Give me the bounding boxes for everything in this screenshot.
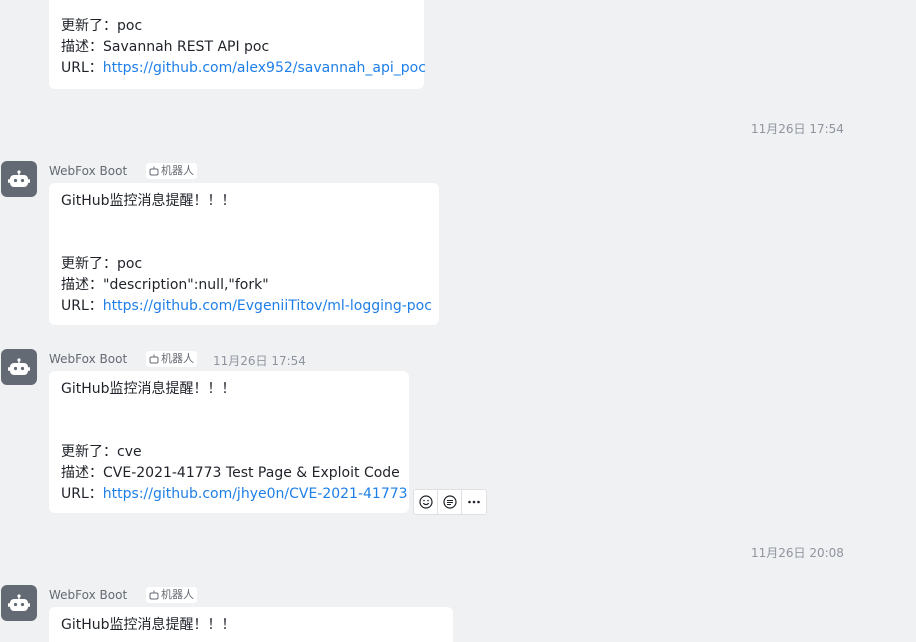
reply-icon [442, 495, 457, 509]
update-line: 更新了：poc [61, 18, 143, 34]
bot-badge: 机器人 [146, 163, 197, 179]
message-title: GitHub监控消息提醒！！！ [61, 617, 236, 633]
url-prefix: URL： [61, 486, 103, 502]
message-bubble: GitHub监控消息提醒！！！ 更新了：poc 描述："description"… [49, 183, 439, 325]
emoji-reaction-icon [418, 495, 433, 509]
url-link[interactable]: https://github.com/EvgeniiTitov/ml-loggi… [103, 298, 432, 314]
url-prefix: URL： [61, 298, 103, 314]
bot-badge-label: 机器人 [161, 588, 194, 601]
bot-badge: 机器人 [146, 351, 197, 367]
message-title: GitHub监控消息提醒！！！ [61, 381, 236, 397]
url-link[interactable]: https://github.com/jhye0n/CVE-2021-41773 [103, 486, 408, 502]
reply-button[interactable] [438, 490, 462, 514]
url-line: URL：https://github.com/EvgeniiTitov/ml-l… [61, 296, 432, 317]
more-icon [468, 500, 480, 504]
url-prefix: URL： [61, 60, 103, 76]
update-line: 更新了：poc [61, 256, 143, 272]
description-line: 描述：Savannah REST API poc [61, 39, 270, 55]
sender-name[interactable]: WebFox Boot [49, 588, 127, 602]
message-actions [413, 489, 487, 515]
robot-icon [8, 170, 30, 187]
description-line: 描述：CVE-2021-41773 Test Page & Exploit Co… [61, 465, 400, 481]
bot-badge-label: 机器人 [161, 164, 194, 177]
sender-name[interactable]: WebFox Boot [49, 352, 127, 366]
message-time: 11月26日 17:54 [213, 354, 306, 368]
emoji-reaction-button[interactable] [414, 490, 438, 514]
avatar[interactable] [1, 349, 37, 385]
description-line: 描述："description":null,"fork" [61, 277, 269, 293]
bot-badge: 机器人 [146, 587, 197, 603]
update-line: 更新了：cve [61, 444, 142, 460]
avatar[interactable] [1, 161, 37, 197]
message-bubble: GitHub监控消息提醒！！！ [49, 607, 453, 642]
message-bubble: 更新了：poc 描述：Savannah REST API poc URL：htt… [49, 0, 426, 89]
message-bubble: GitHub监控消息提醒！！！ 更新了：cve 描述：CVE-2021-4177… [49, 371, 409, 513]
robot-icon [8, 594, 30, 611]
url-line: URL：https://github.com/jhye0n/CVE-2021-4… [61, 484, 408, 505]
url-link[interactable]: https://github.com/alex952/savannah_api_… [103, 60, 426, 76]
url-line: URL：https://github.com/alex952/savannah_… [61, 58, 426, 79]
robot-icon [8, 358, 30, 375]
bot-badge-icon [149, 590, 159, 600]
bot-badge-icon [149, 166, 159, 176]
avatar[interactable] [1, 585, 37, 621]
sender-name[interactable]: WebFox Boot [49, 164, 127, 178]
more-button[interactable] [462, 490, 486, 514]
bot-badge-icon [149, 354, 159, 364]
bot-badge-label: 机器人 [161, 352, 194, 365]
message-title: GitHub监控消息提醒！！！ [61, 193, 236, 209]
time-divider: 11月26日 20:08 [751, 546, 844, 560]
time-divider: 11月26日 17:54 [751, 122, 844, 136]
